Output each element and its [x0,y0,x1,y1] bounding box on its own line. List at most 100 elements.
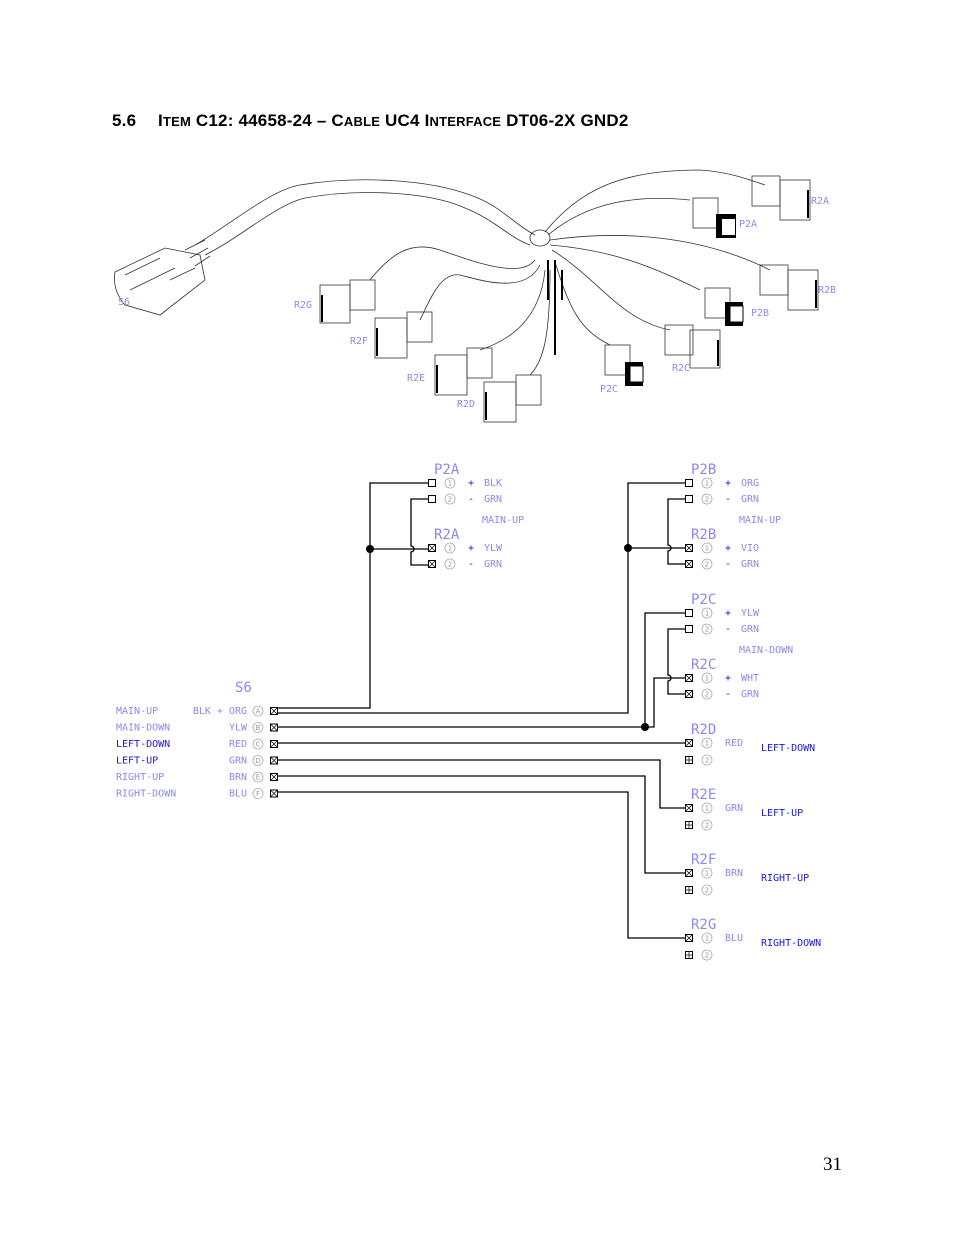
pin-label: 2 [705,952,709,960]
wire-color-label: GRN [741,689,759,700]
group-function-label: MAIN-DOWN [739,645,793,656]
s6-function-label: RIGHT-DOWN [116,789,176,800]
pin-label: 1 [705,675,709,683]
polarity-sign: + [468,543,474,554]
wire-color-label: RED [725,738,743,749]
s6-wire-color: RED [229,739,247,750]
connector-name-r2b: R2B [691,527,716,543]
function-label: LEFT-UP [761,808,803,819]
polarity-sign: + [468,478,474,489]
polarity-sign: - [468,494,474,505]
connector-name-p2c: P2C [691,592,716,608]
polarity-sign: - [468,559,474,570]
plug-terminal [685,609,693,617]
pin-label: 1 [705,545,709,553]
plug-terminal [428,495,436,503]
group-function-label: MAIN-UP [739,515,781,526]
pin-label: 1 [705,870,709,878]
wire-color-label: YLW [484,543,503,554]
polarity-sign: + [725,478,731,489]
wire-p2b2-r2b2 [667,498,689,565]
wire-color-label: WHT [741,673,759,684]
junction-dot [624,544,632,552]
connector-name-r2g: R2G [691,917,716,933]
plug-terminal [685,479,693,487]
junction-dot [641,723,649,731]
s6-function-label: LEFT-DOWN [116,739,170,750]
pin-label: 1 [705,480,709,488]
page-number: 31 [823,1154,842,1175]
wire-color-label: GRN [484,559,502,570]
group-function-label: MAIN-UP [482,515,524,526]
connector-name-s6: S6 [235,680,252,696]
wire-color-label: GRN [725,803,743,814]
function-label: RIGHT-DOWN [761,938,821,949]
pin-label: 2 [448,496,452,504]
wire-color-label: GRN [741,624,759,635]
wire-color-label: GRN [741,559,759,570]
connector-name-r2a: R2A [434,527,460,543]
polarity-sign: + [725,543,731,554]
wire-color-label: GRN [741,494,759,505]
pin-label: 2 [705,757,709,765]
s6-wire-color: BLU [229,789,247,800]
wire-color-label: VIO [741,543,759,554]
s6-wire-color: BRN [229,772,247,783]
pin-label: 1 [705,740,709,748]
function-label: LEFT-DOWN [761,743,815,754]
connector-name-r2d: R2D [691,722,716,738]
wire-s6b-r2c1 [645,677,689,728]
pin-label: 1 [705,805,709,813]
wire-color-label: ORG [741,478,759,489]
s6-function-label: MAIN-DOWN [116,723,170,734]
s6-function-label: LEFT-UP [116,756,158,767]
wire-p2a2-r2a2 [410,498,430,566]
s6-function-label: RIGHT-UP [116,772,164,783]
connector-name-r2f: R2F [691,852,716,868]
polarity-sign: - [725,559,731,570]
wire-color-label: BLK [484,478,502,489]
polarity-sign: - [725,689,731,700]
pin-label: E [256,774,260,782]
pin-label: A [256,708,261,716]
pin-label: 2 [705,626,709,634]
wire-color-label: BLU [725,933,743,944]
pin-label: 2 [448,561,452,569]
plug-terminal [685,495,693,503]
pin-label: 1 [705,610,709,618]
junction-dot [366,545,374,553]
pin-label: 2 [705,561,709,569]
wire-color-label: GRN [484,494,502,505]
connector-name-p2a: P2A [434,462,460,478]
polarity-sign: + [725,673,731,684]
pin-label: 1 [448,480,452,488]
pin-label: 2 [705,691,709,699]
connector-name-p2b: P2B [691,462,716,478]
s6-function-label: MAIN-UP [116,706,158,717]
s6-wire-color: YLW [229,723,248,734]
pin-label: D [255,757,260,765]
function-label: RIGHT-UP [761,873,809,884]
wire-color-label: YLW [741,608,760,619]
pin-label: 2 [705,822,709,830]
wire-p2c2-r2c2 [667,628,689,695]
pin-label: 1 [448,545,452,553]
wire-color-label: BRN [725,868,743,879]
wiring-schematic: S6 MAIN-UP BLK + ORG A MAIN-DOWN YLW B LEFT-DOW… [116,462,821,961]
s6-wire-color: GRN [229,756,247,767]
plug-terminal [428,479,436,487]
connector-name-r2e: R2E [691,787,716,803]
pin-label: 2 [705,887,709,895]
pin-label: B [256,724,261,732]
polarity-sign: - [725,494,731,505]
pin-label: F [256,790,260,798]
pin-label: 2 [705,496,709,504]
plug-terminal [685,625,693,633]
polarity-sign: + [725,608,731,619]
wire-s6f-r2g1 [278,791,689,939]
pin-label: 1 [705,935,709,943]
connector-name-r2c: R2C [691,657,716,673]
pin-label: C [256,741,261,749]
polarity-sign: - [725,624,731,635]
wire-s6a-p2a1 [278,482,430,709]
